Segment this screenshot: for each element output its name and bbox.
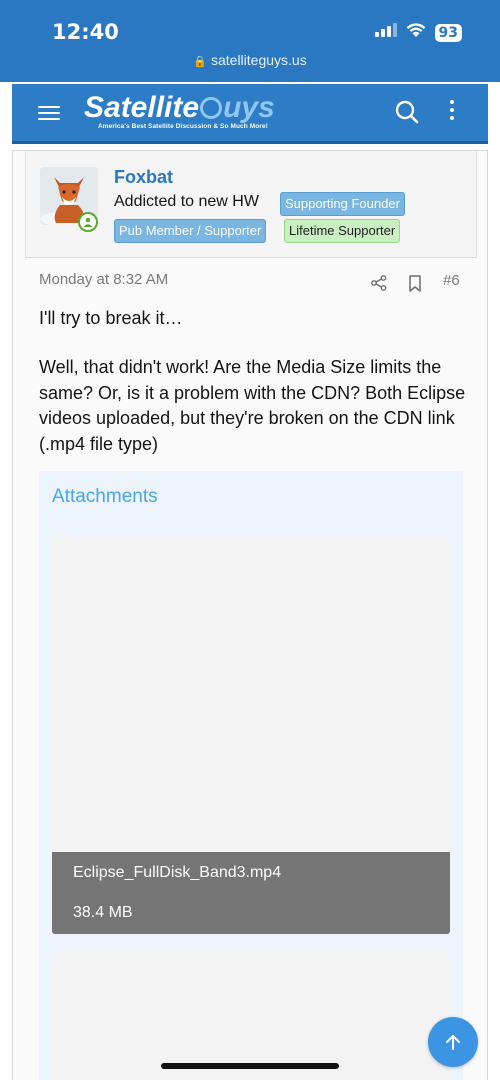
attachments-block: Attachments Eclipse_FullDisk_Band3.mp4 3… <box>39 471 463 1080</box>
bookmark-icon[interactable] <box>408 275 422 297</box>
status-icons: 93 <box>374 22 462 43</box>
post-date[interactable]: Monday at 8:32 AM <box>39 271 168 288</box>
wifi-icon <box>405 22 427 43</box>
home-indicator[interactable] <box>161 1063 339 1069</box>
lock-icon: 🔒 <box>193 56 207 68</box>
post-number-link[interactable]: #6 <box>443 272 460 289</box>
status-bar: 12:40 93 🔒 satelliteguys.us <box>0 0 500 82</box>
site-logo[interactable]: Satellite uys America's Best Satellite D… <box>84 91 275 131</box>
logo-text-satellite: Satellite <box>84 91 200 124</box>
url-text: satelliteguys.us <box>210 52 307 68</box>
attachment-size: 38.4 MB <box>73 904 133 921</box>
attachment-video-2[interactable] <box>52 949 450 1080</box>
badge-supporting-founder[interactable]: Supporting Founder <box>280 192 405 216</box>
cellular-signal-icon <box>374 23 397 42</box>
post-card: Foxbat Addicted to new HW Supporting Fou… <box>12 150 488 1080</box>
logo-text-guys: uys <box>223 91 275 124</box>
logo-tagline: America's Best Satellite Discussion & So… <box>98 123 268 130</box>
attachment-video[interactable]: Eclipse_FullDisk_Band3.mp4 38.4 MB <box>52 536 450 934</box>
attachments-title: Attachments <box>52 486 158 507</box>
badge-pub-member[interactable]: Pub Member / Supporter <box>114 219 267 243</box>
attachment-filename[interactable]: Eclipse_FullDisk_Band3.mp4 <box>73 864 281 882</box>
search-icon[interactable] <box>394 99 420 130</box>
scroll-to-top-button[interactable] <box>428 1017 478 1067</box>
message-line-1: I'll try to break it… <box>39 308 183 328</box>
url-bar[interactable]: 🔒 satelliteguys.us <box>0 52 500 68</box>
user-info-block: Foxbat Addicted to new HW Supporting Fou… <box>25 151 477 258</box>
attachment-caption: Eclipse_FullDisk_Band3.mp4 38.4 MB <box>52 852 450 934</box>
online-status-icon <box>78 212 98 232</box>
site-header: Satellite uys America's Best Satellite D… <box>12 84 488 144</box>
arrow-up-icon <box>446 1035 460 1050</box>
clock: 12:40 <box>52 20 119 44</box>
hamburger-menu-icon[interactable] <box>38 102 60 122</box>
user-title: Addicted to new HW <box>114 193 259 210</box>
share-icon[interactable] <box>371 275 387 296</box>
badge-lifetime-supporter[interactable]: Lifetime Supporter <box>284 219 401 243</box>
satellite-dish-icon <box>200 97 223 119</box>
battery-indicator: 93 <box>434 23 462 42</box>
more-options-icon[interactable] <box>448 100 456 120</box>
username-link[interactable]: Foxbat <box>114 167 173 188</box>
message-body: Well, that didn't work! Are the Media Si… <box>39 357 466 454</box>
